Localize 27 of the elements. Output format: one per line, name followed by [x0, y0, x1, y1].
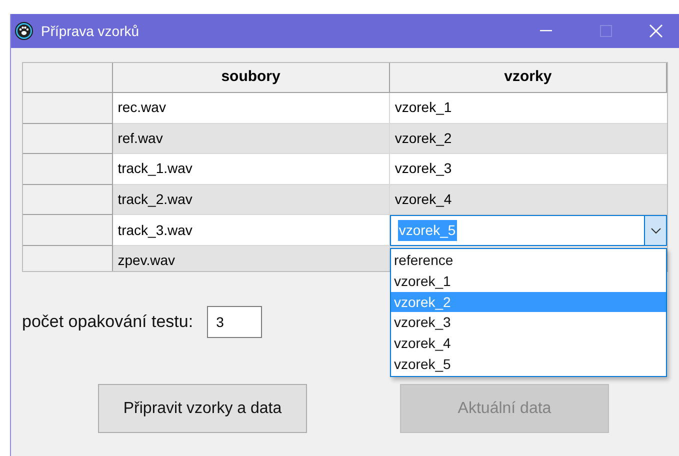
repeat-input[interactable]: 3 [207, 306, 262, 338]
table-cell: track_1.wav [112, 154, 390, 185]
row-header[interactable] [23, 184, 113, 216]
maximize-icon [600, 25, 612, 37]
table-cell: track_2.wav [112, 184, 390, 216]
table-cell: ref.wav [112, 124, 390, 154]
action-button[interactable]: Připravit vzorky a data [98, 384, 307, 433]
row-header[interactable] [23, 246, 113, 271]
row-header[interactable] [23, 124, 113, 154]
dropdown-option[interactable]: vzorek_3 [391, 312, 666, 334]
table-cell: vzorek_4 [390, 184, 667, 216]
row-header[interactable] [23, 93, 113, 124]
dropdown-option[interactable]: vzorek_4 [391, 333, 666, 354]
row-header[interactable] [23, 215, 113, 246]
close-icon [649, 24, 663, 38]
dropdown-option[interactable]: vzorek_1 [391, 270, 666, 292]
dropdown-option[interactable]: reference [391, 250, 666, 271]
repeat-label: počet opakování testu: [22, 311, 194, 334]
table-cell: vzorek_2 [390, 124, 667, 154]
minimize-icon [540, 30, 552, 32]
table-cell: zpev.wav [112, 246, 390, 271]
table-cell: track_3.wav [112, 215, 390, 246]
dropdown-option[interactable]: vzorek_5 [391, 354, 666, 375]
table-cell: rec.wav [112, 93, 390, 124]
paw-icon [15, 22, 33, 40]
row-header[interactable] [23, 154, 113, 185]
window-title: Příprava vzorků [41, 22, 140, 41]
